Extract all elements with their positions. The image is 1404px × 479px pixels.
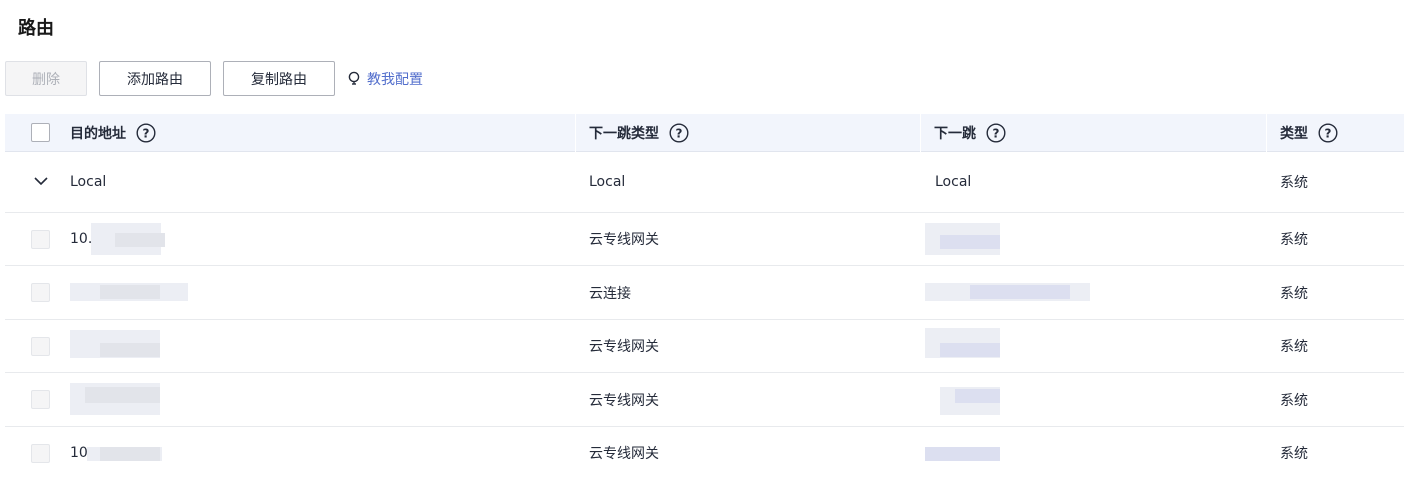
header-type-label: 类型 [1280,126,1308,142]
question-circle-icon[interactable]: ? [669,123,689,143]
cell-type: 系统 [1280,232,1308,248]
cell-type: 系统 [1280,446,1308,462]
table-row-local: Local Local Local 系统 [5,152,1404,213]
redacted-area [100,447,160,461]
select-all-checkbox[interactable] [31,123,50,142]
header-next-hop-type-label: 下一跳类型 [589,126,659,142]
cell-next-hop-type: 云专线网关 [589,446,659,462]
question-circle-icon[interactable]: ? [986,123,1006,143]
question-circle-icon[interactable]: ? [136,123,156,143]
lightbulb-icon [348,71,360,85]
header-type: 类型 ? [1280,114,1338,152]
cell-type: 系统 [1280,392,1308,409]
header-destination-label: 目的地址 [70,126,126,142]
header-next-hop-type: 下一跳类型 ? [589,114,689,152]
redacted-area [970,285,1070,299]
table-row: 云专线网关 系统 [5,373,1404,427]
column-divider [1266,114,1267,152]
header-destination: 目的地址 ? [70,114,156,152]
chevron-down-icon[interactable] [33,175,49,187]
header-next-hop-label: 下一跳 [934,126,976,142]
redacted-area [940,343,1000,357]
cell-next-hop-type: Local [589,174,626,190]
redacted-area [955,389,1000,403]
svg-text:?: ? [993,127,1000,141]
delete-button[interactable]: 删除 [5,61,87,96]
table-header: 目的地址 ? 下一跳类型 ? 下一跳 ? 类型 ? [5,114,1404,152]
cell-next-hop-type: 云连接 [589,285,631,302]
redacted-area [940,235,1000,249]
row-checkbox[interactable] [31,444,50,463]
cell-next-hop: Local [935,174,972,190]
row-checkbox[interactable] [31,337,50,356]
table-row: 10 云专线网关 系统 [5,427,1404,479]
guide-link[interactable]: 教我配置 [347,69,423,89]
redacted-area [925,447,1000,461]
guide-label: 教我配置 [367,71,423,88]
column-divider [920,114,921,152]
redacted-area [85,387,160,403]
cell-next-hop-type: 云专线网关 [589,339,659,355]
svg-text:?: ? [676,127,683,141]
row-checkbox[interactable] [31,283,50,302]
cell-destination: 10 [70,445,88,461]
cell-next-hop-type: 云专线网关 [589,232,659,248]
row-checkbox[interactable] [31,230,50,249]
cell-next-hop-type: 云专线网关 [589,392,659,409]
redacted-area [100,285,160,299]
copy-route-button[interactable]: 复制路由 [223,61,335,96]
redacted-area [115,233,165,247]
table-row: 云连接 系统 [5,266,1404,320]
toolbar: 删除 添加路由 复制路由 教我配置 [5,61,423,96]
redacted-area [100,343,160,357]
row-checkbox[interactable] [31,390,50,409]
cell-type: 系统 [1280,175,1308,191]
cell-type: 系统 [1280,285,1308,302]
cell-type: 系统 [1280,339,1308,355]
svg-text:?: ? [1325,127,1332,141]
add-route-button[interactable]: 添加路由 [99,61,211,96]
cell-destination: 10. [70,231,93,247]
header-next-hop: 下一跳 ? [934,114,1006,152]
page-title: 路由 [18,18,54,39]
route-table: 目的地址 ? 下一跳类型 ? 下一跳 ? 类型 ? Local Local Lo… [5,114,1404,479]
table-row: 10. 云专线网关 系统 [5,213,1404,266]
table-row: 云专线网关 系统 [5,320,1404,373]
column-divider [575,114,576,152]
cell-destination: Local [70,174,107,190]
svg-text:?: ? [143,127,150,141]
question-circle-icon[interactable]: ? [1318,123,1338,143]
